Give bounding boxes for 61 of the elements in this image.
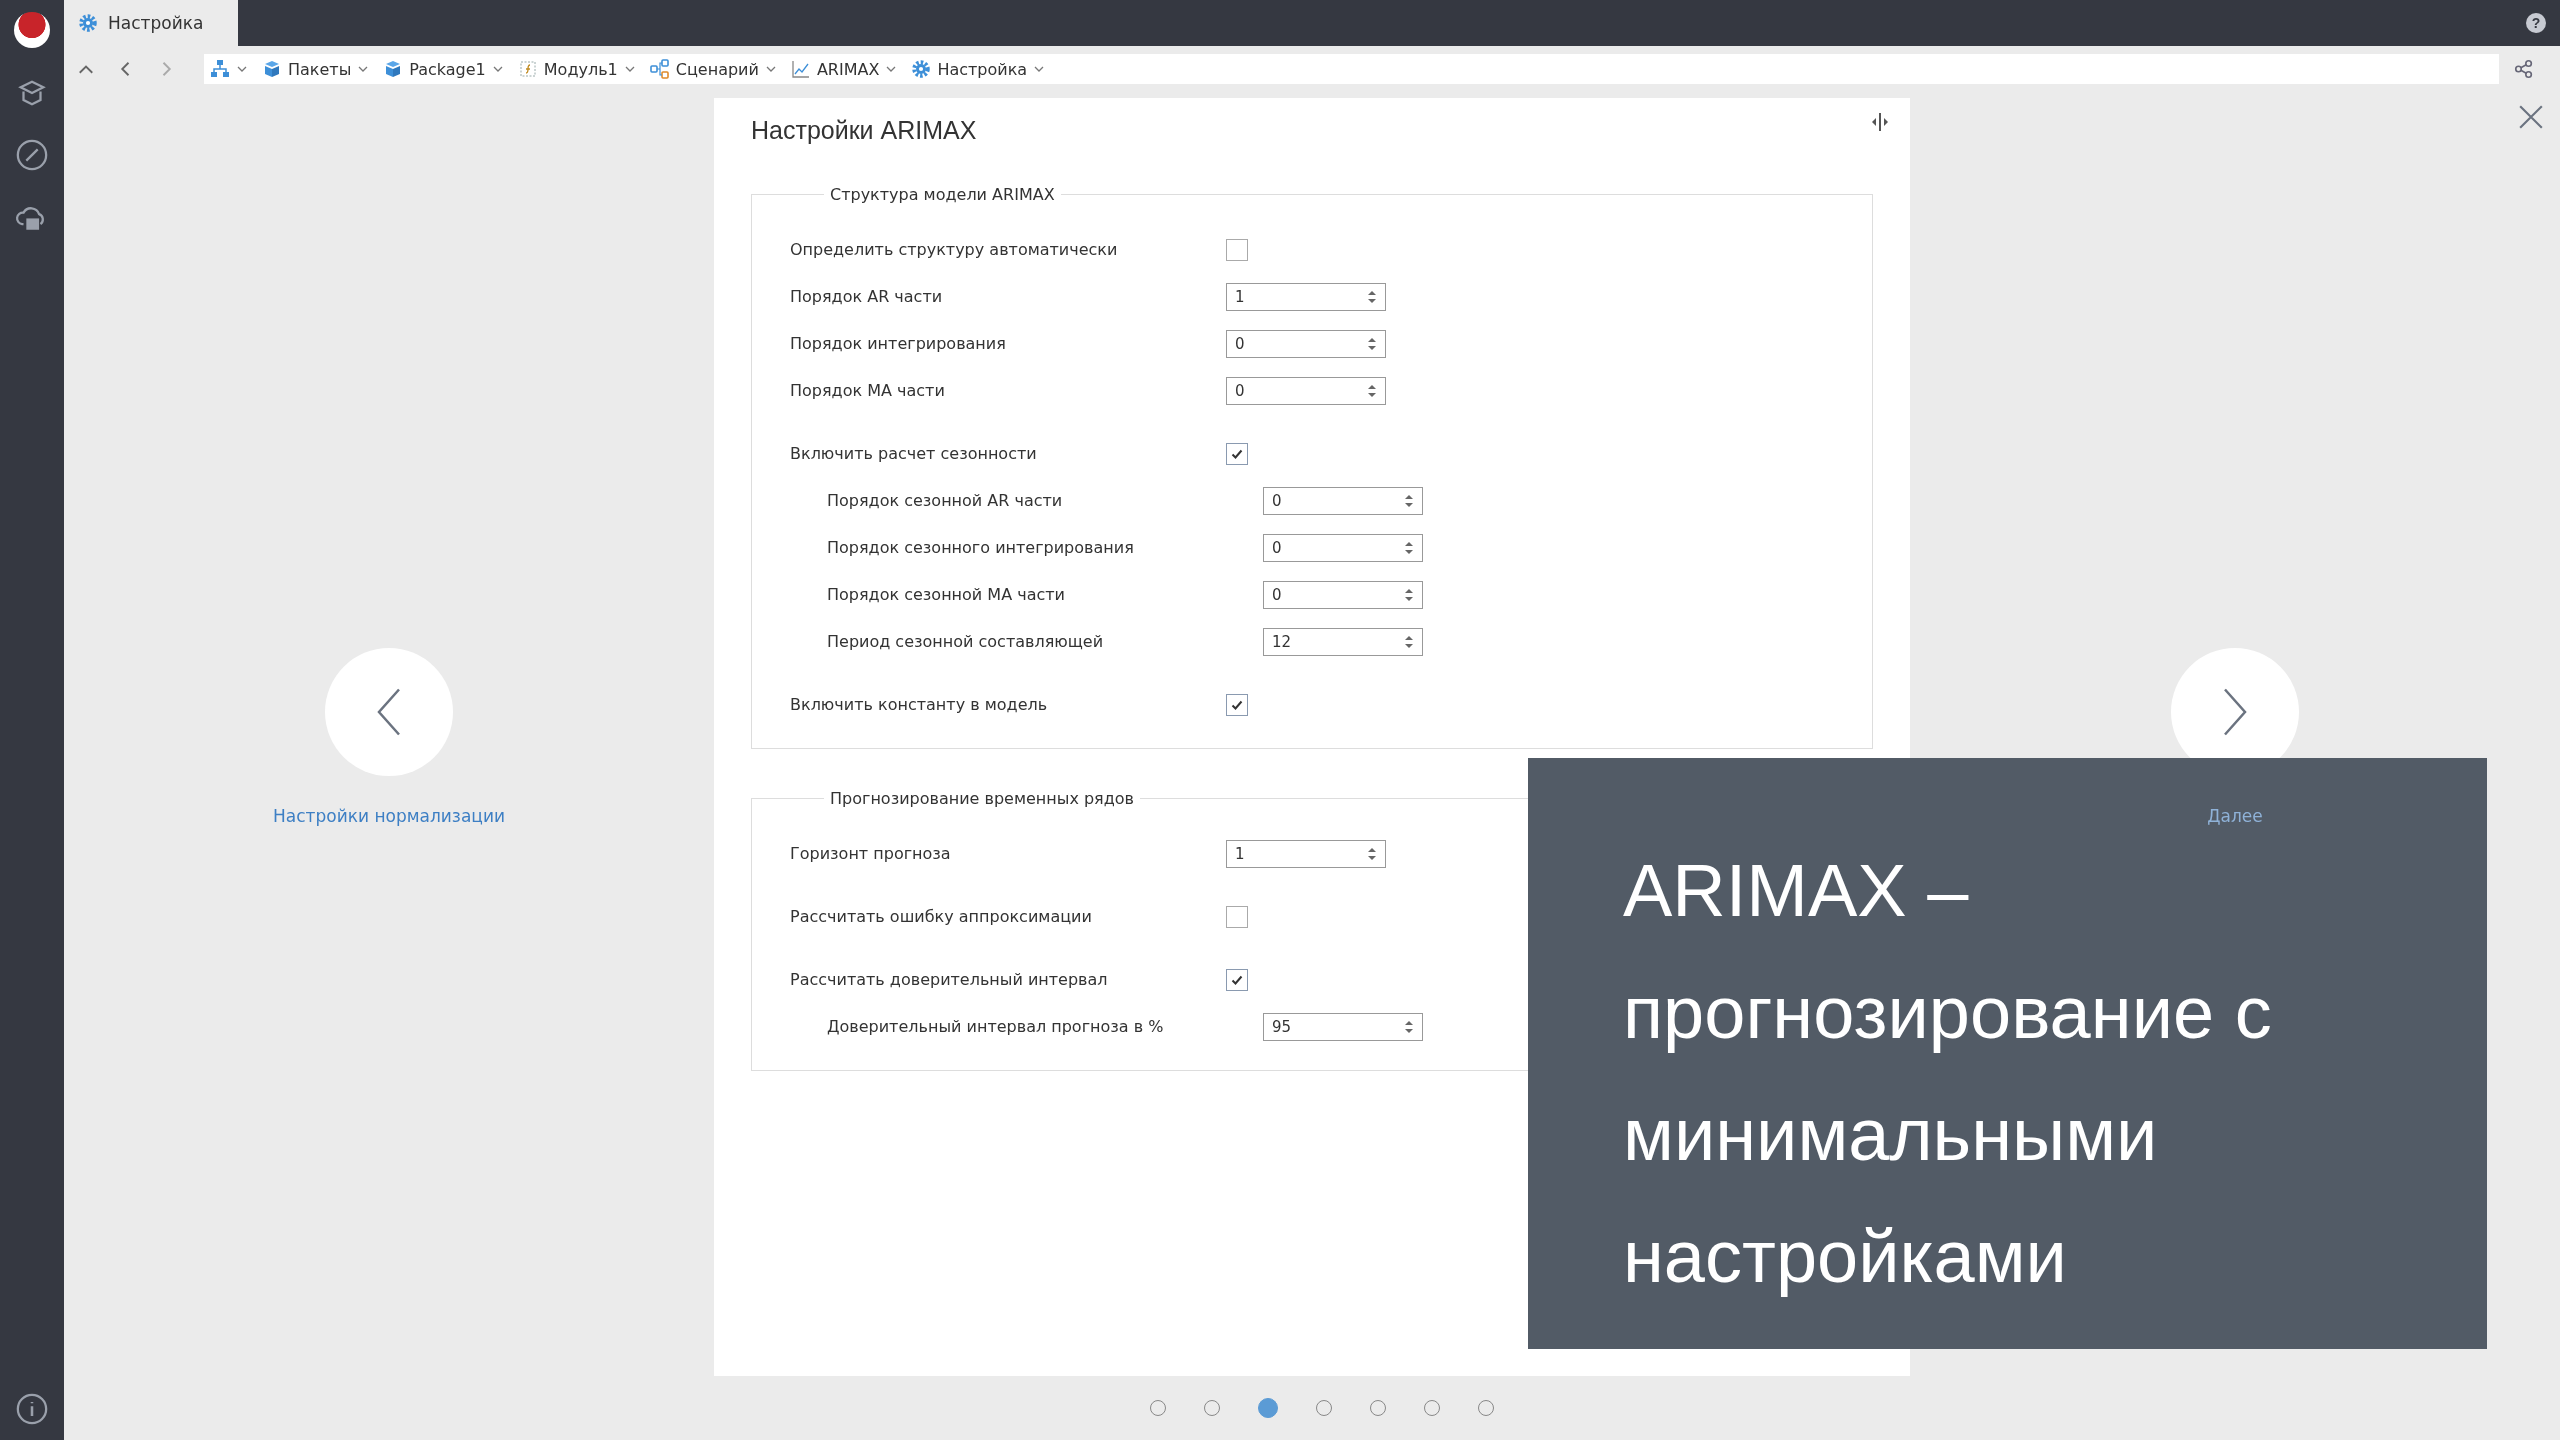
number-field[interactable]: 1 — [1226, 839, 1386, 868]
spinner-arrows-icon[interactable] — [1404, 539, 1414, 556]
flowchart-icon — [649, 59, 670, 79]
field-label: Порядок сезонного интегрирования — [827, 538, 1135, 557]
field-label: Включить расчет сезонности — [790, 444, 1038, 463]
breadcrumb-item[interactable]: Пакеты — [262, 59, 370, 79]
number-field[interactable]: 0 — [1226, 376, 1386, 405]
breadcrumb-item[interactable]: Package1 — [383, 59, 504, 79]
section-legend: Структура модели ARIMAX — [824, 185, 1061, 204]
spinner-arrows-icon[interactable] — [1367, 335, 1377, 352]
field-label: Рассчитать доверительный интервал — [790, 970, 1109, 989]
close-icon[interactable] — [2518, 104, 2544, 130]
tab[interactable]: Настройка — [64, 0, 238, 46]
field-label: Порядок интегрирования — [790, 334, 1007, 353]
field-label: Определить структуру автоматически — [790, 240, 1119, 259]
checkbox[interactable] — [1226, 238, 1248, 261]
field-label: Рассчитать ошибку аппроксимации — [790, 907, 1093, 926]
number-field[interactable]: 1 — [1226, 282, 1386, 311]
number-field[interactable]: 0 — [1263, 486, 1423, 515]
panel-title: Настройки ARIMAX — [751, 116, 978, 145]
gear-icon — [78, 13, 98, 33]
spinner-arrows-icon[interactable] — [1404, 633, 1414, 650]
spinner-arrows-icon[interactable] — [1367, 288, 1377, 305]
number-field[interactable]: 95 — [1263, 1012, 1423, 1041]
number-field[interactable]: 0 — [1263, 533, 1423, 562]
field-label: Включить константу в модель — [790, 695, 1049, 714]
help-button[interactable]: ? — [2526, 13, 2546, 33]
spinner-arrows-icon[interactable] — [1404, 492, 1414, 509]
function-icon — [517, 59, 538, 79]
field-label: Порядок AR части — [790, 287, 944, 306]
caption-text: ARIMAX – прогнозирование с минимальными настройками — [1623, 848, 2273, 1300]
field-label: Порядок MA части — [790, 381, 946, 400]
breadcrumb-item[interactable]: Сценарий — [649, 59, 777, 79]
spinner-arrows-icon[interactable] — [1404, 1018, 1414, 1035]
package-icon — [262, 59, 282, 79]
number-field[interactable]: 12 — [1263, 627, 1423, 656]
field-label: Период сезонной составляющей — [827, 632, 1105, 651]
logo-avatar[interactable] — [14, 12, 50, 48]
section-legend: Прогнозирование временных рядов — [824, 789, 1141, 808]
pager-dot[interactable] — [1258, 1398, 1278, 1418]
spinner-arrows-icon[interactable] — [1367, 845, 1377, 862]
spinner-arrows-icon[interactable] — [1367, 382, 1377, 399]
breadcrumb-item[interactable] — [210, 59, 248, 79]
previous-link[interactable]: Настройки нормализации — [273, 806, 505, 826]
number-field[interactable]: 0 — [1263, 580, 1423, 609]
info-icon[interactable] — [15, 1392, 49, 1426]
field-label: Порядок сезонной AR части — [827, 491, 1064, 510]
gear-icon — [911, 59, 932, 79]
hierarchy-icon — [210, 59, 230, 79]
checkbox[interactable] — [1226, 905, 1248, 928]
breadcrumb-item[interactable]: Модуль1 — [517, 59, 636, 79]
field-label: Доверительный интервал прогноза в % — [827, 1017, 1165, 1036]
compass-icon[interactable] — [15, 138, 49, 172]
field-label: Порядок сезонной MA части — [827, 585, 1066, 604]
spinner-arrows-icon[interactable] — [1404, 586, 1414, 603]
field-label: Горизонт прогноза — [790, 844, 952, 863]
breadcrumb-item[interactable]: Настройка — [911, 59, 1046, 79]
breadcrumb-item[interactable]: ARIMAX — [790, 59, 898, 79]
share-icon[interactable] — [2513, 58, 2535, 80]
line-chart-icon — [790, 59, 811, 79]
number-field[interactable]: 0 — [1226, 329, 1386, 358]
